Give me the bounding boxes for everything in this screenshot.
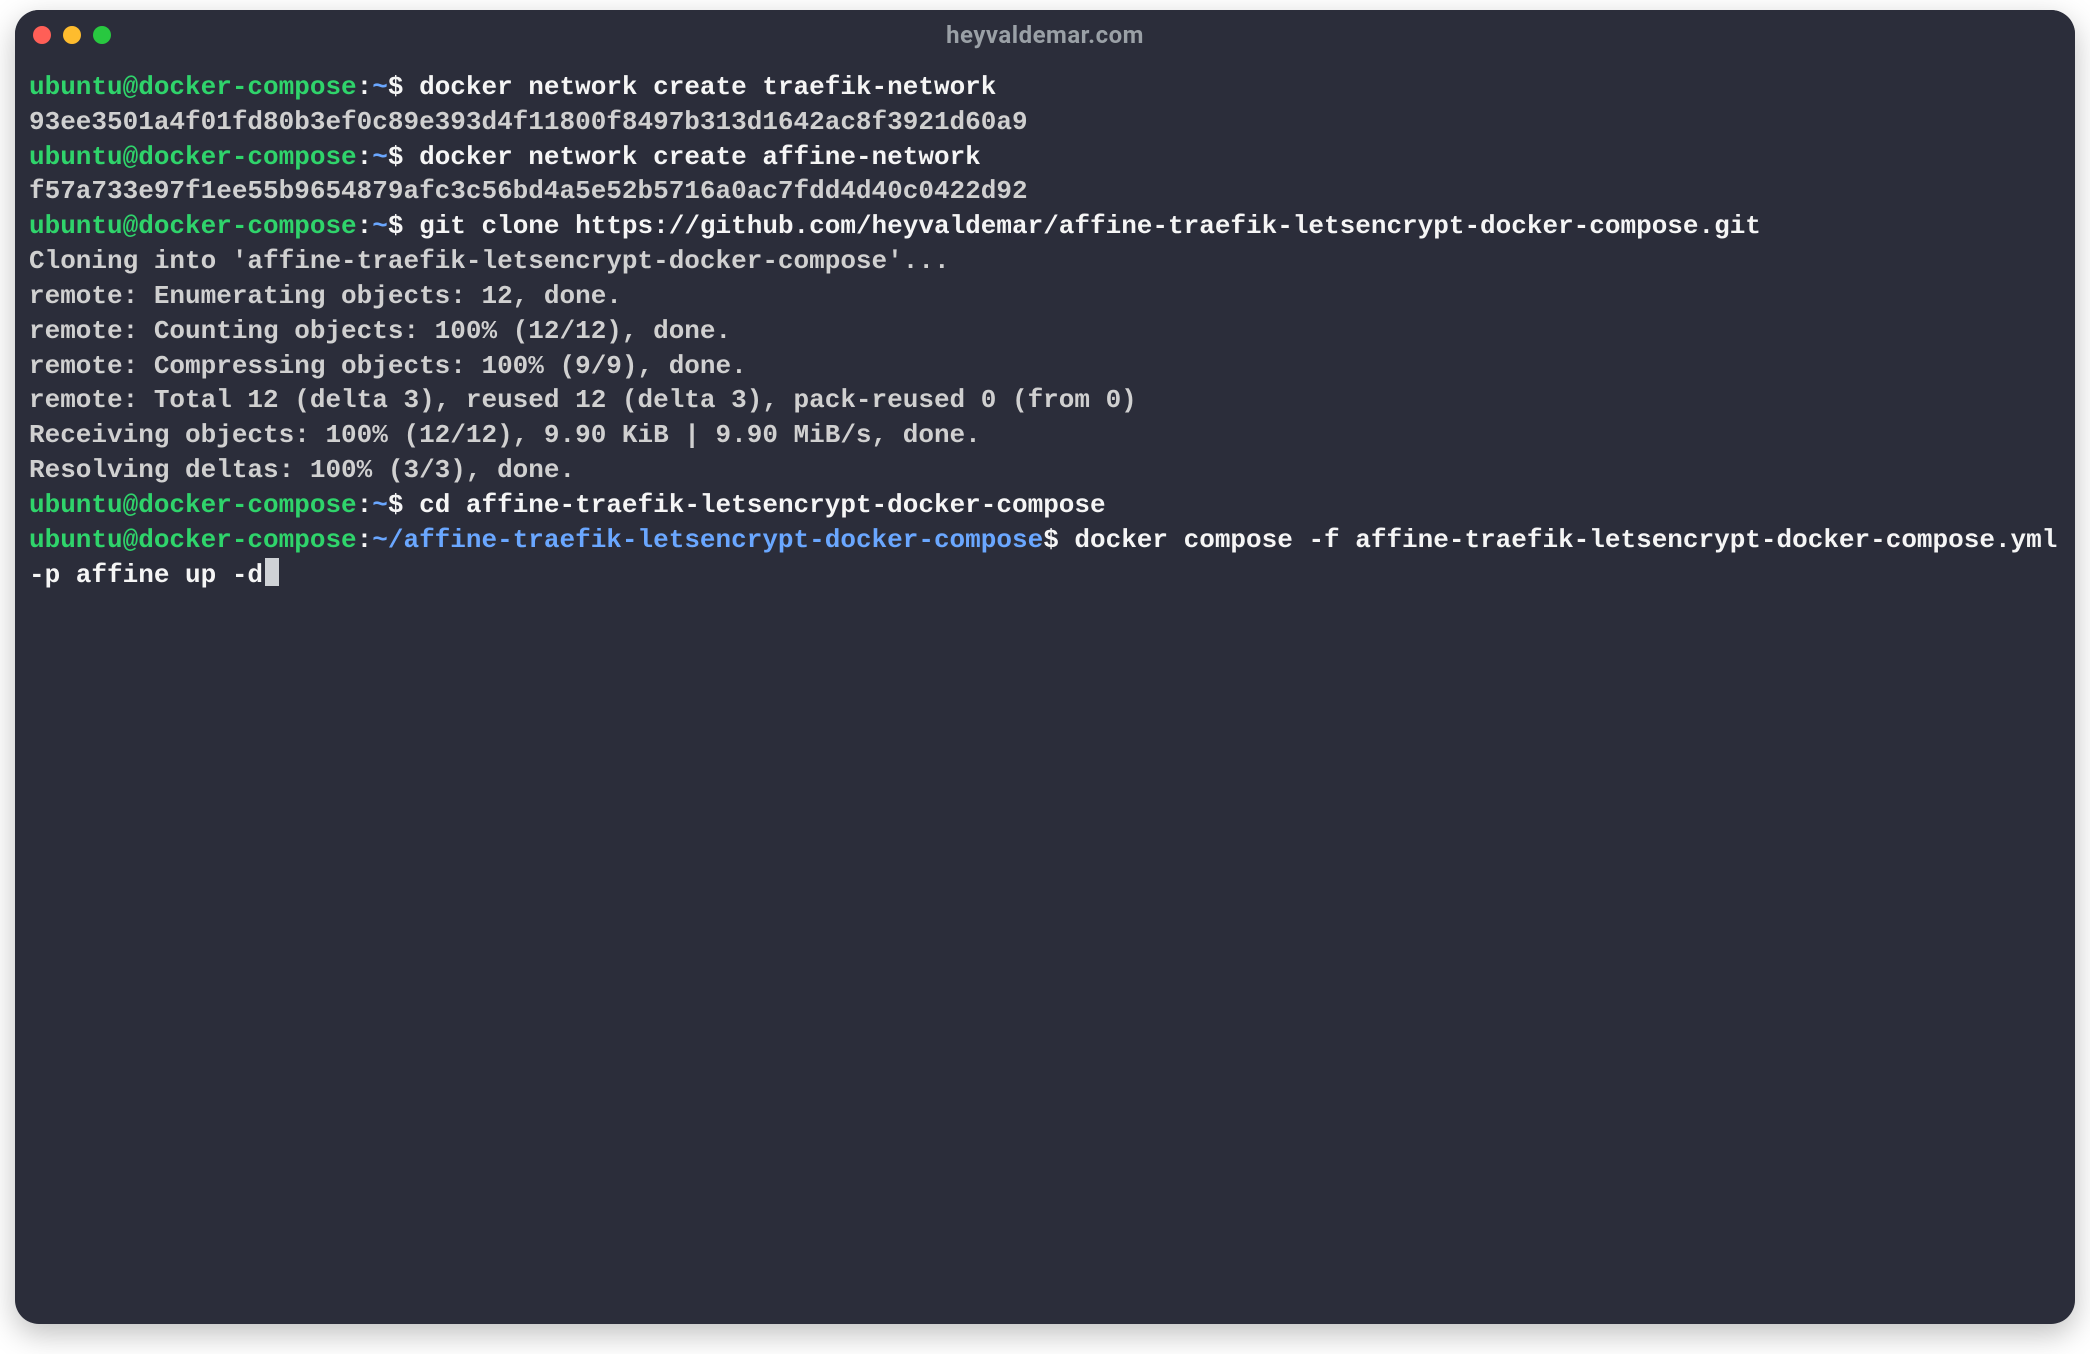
prompt-path: ~/affine-traefik-letsencrypt-docker-comp… [372, 525, 1043, 555]
command-text: git clone https://github.com/heyvaldemar… [403, 211, 1760, 241]
prompt-separator: : [357, 142, 373, 172]
maximize-icon[interactable] [93, 26, 111, 44]
output-line: remote: Counting objects: 100% (12/12), … [29, 316, 731, 346]
prompt-separator: : [357, 490, 373, 520]
traffic-lights [33, 26, 111, 44]
prompt-path: ~ [372, 490, 388, 520]
terminal-body[interactable]: ubuntu@docker-compose:~$ docker network … [15, 60, 2075, 606]
prompt-separator: : [357, 211, 373, 241]
minimize-icon[interactable] [63, 26, 81, 44]
prompt-separator: : [357, 72, 373, 102]
command-text: cd affine-traefik-letsencrypt-docker-com… [403, 490, 1105, 520]
prompt-path: ~ [372, 211, 388, 241]
prompt-user: ubuntu@docker-compose [29, 211, 357, 241]
prompt-user: ubuntu@docker-compose [29, 525, 357, 555]
prompt-dollar: $ [388, 490, 404, 520]
output-line: Cloning into 'affine-traefik-letsencrypt… [29, 246, 950, 276]
prompt-dollar: $ [1043, 525, 1059, 555]
output-line: Receiving objects: 100% (12/12), 9.90 Ki… [29, 420, 981, 450]
output-line: remote: Enumerating objects: 12, done. [29, 281, 622, 311]
prompt-dollar: $ [388, 211, 404, 241]
prompt-path: ~ [372, 72, 388, 102]
close-icon[interactable] [33, 26, 51, 44]
output-line: Resolving deltas: 100% (3/3), done. [29, 455, 575, 485]
output-line: remote: Total 12 (delta 3), reused 12 (d… [29, 385, 1137, 415]
prompt-user: ubuntu@docker-compose [29, 72, 357, 102]
prompt-separator: : [357, 525, 373, 555]
titlebar: heyvaldemar.com [15, 10, 2075, 60]
output-line: f57a733e97f1ee55b9654879afc3c56bd4a5e52b… [29, 176, 1028, 206]
prompt-dollar: $ [388, 142, 404, 172]
prompt-user: ubuntu@docker-compose [29, 142, 357, 172]
command-text: docker network create traefik-network [403, 72, 996, 102]
window-title: heyvaldemar.com [946, 21, 1144, 49]
prompt-path: ~ [372, 142, 388, 172]
terminal-window: heyvaldemar.com ubuntu@docker-compose:~$… [15, 10, 2075, 1324]
output-line: remote: Compressing objects: 100% (9/9),… [29, 351, 747, 381]
command-text: docker network create affine-network [403, 142, 980, 172]
cursor-icon [265, 558, 279, 585]
prompt-user: ubuntu@docker-compose [29, 490, 357, 520]
prompt-dollar: $ [388, 72, 404, 102]
output-line: 93ee3501a4f01fd80b3ef0c89e393d4f11800f84… [29, 107, 1028, 137]
